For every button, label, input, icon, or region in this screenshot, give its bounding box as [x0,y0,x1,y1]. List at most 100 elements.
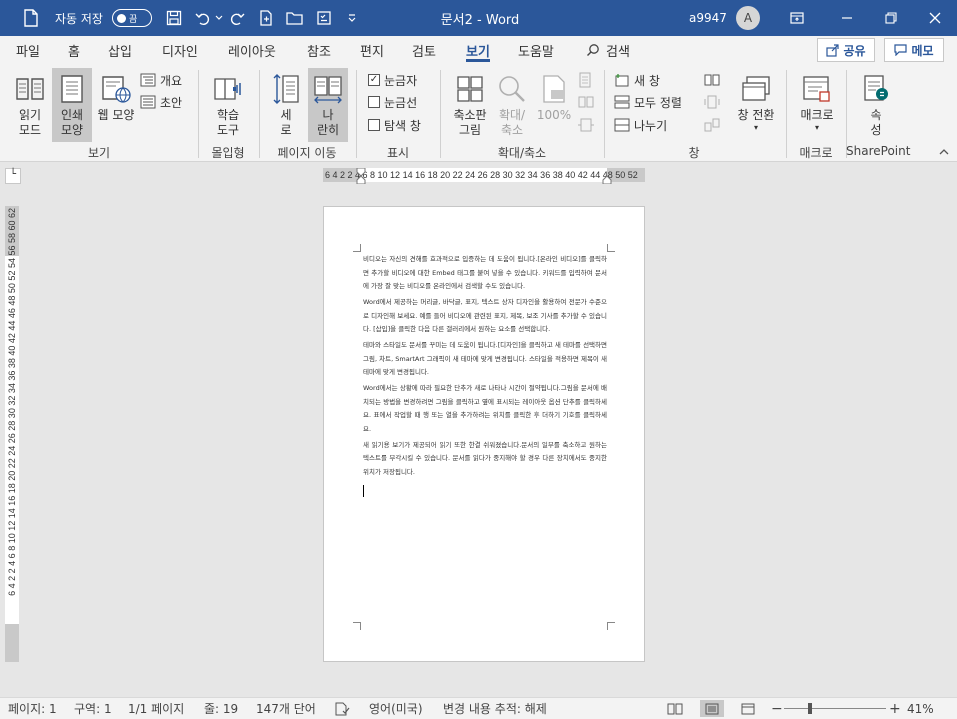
tab-view[interactable]: 보기 [466,36,490,64]
autosave-toggle[interactable]: 끔 [110,0,154,36]
paragraph[interactable]: Word에서 제공하는 머리글, 바닥글, 표지, 텍스트 상자 디자인을 활용… [363,296,607,337]
proofing-icon[interactable] [334,698,350,719]
tab-insert[interactable]: 삽입 [108,36,132,64]
crop-mark [353,244,361,252]
tab-review[interactable]: 검토 [412,36,436,64]
tab-help[interactable]: 도움말 [518,36,554,64]
navigation-pane-checkbox[interactable]: 탐색 창 [368,115,421,135]
undo-icon[interactable] [192,0,214,36]
comments-button[interactable]: 메모 [884,38,944,62]
save-icon[interactable] [162,0,186,36]
one-page-button[interactable] [578,70,592,90]
document-page[interactable]: 비디오는 자신의 견해를 효과적으로 입증하는 데 도움이 됩니다.[온라인 비… [323,206,645,662]
minimize-icon[interactable] [832,0,862,36]
zoom-100-button[interactable]: 100% [534,68,574,142]
web-layout-view-button[interactable] [736,700,760,717]
page-number-status[interactable]: 페이지: 1 [8,698,57,719]
ruler-checkbox[interactable]: ✓ 눈금자 [368,70,417,90]
read-mode-icon [16,78,44,100]
vertical-ruler[interactable]: 6 4 2 2 4 6 8 10 12 14 16 18 20 22 24 26… [5,206,19,662]
page-width-button[interactable] [578,115,594,135]
macros-button[interactable]: 매크로 ▾ [794,68,840,142]
zoom-percent-status[interactable]: 41% [907,698,934,719]
word-count-status[interactable]: 147개 단어 [256,698,316,719]
paragraph[interactable]: Word에서는 상황에 따라 필요한 단추가 새로 나타나 시간이 절약됩니다.… [363,382,607,436]
vertical-button[interactable]: 세 로 [266,68,306,142]
reset-window-position-button[interactable] [704,115,720,135]
ruler-label: 눈금자 [384,73,418,88]
tab-home[interactable]: 홈 [68,36,80,64]
zoom-slider[interactable] [784,708,886,709]
sync-scroll-button[interactable] [704,92,720,112]
arrange-all-button[interactable]: 모두 정렬 [614,92,682,112]
form-icon[interactable] [312,0,336,36]
paragraph[interactable]: 새 읽기용 보기가 제공되어 읽기 또한 한결 쉬워졌습니다.문서의 일부를 축… [363,439,607,480]
print-layout-view-button[interactable] [700,700,724,717]
vertical-ruler-labels: 6 4 2 2 4 6 8 10 12 14 16 18 20 22 24 26… [7,208,17,596]
zoom-slider-thumb[interactable] [808,703,812,714]
new-document-icon[interactable] [254,0,278,36]
switch-windows-button[interactable]: 창 전환 ▾ [732,68,780,142]
draft-button[interactable]: 초안 [140,92,182,112]
open-folder-icon[interactable] [283,0,307,36]
right-indent-marker[interactable] [602,168,612,184]
print-layout-label: 인쇄 모양 [60,108,84,137]
web-layout-button[interactable]: 웹 모양 [94,68,138,142]
switch-windows-label: 창 전환 [737,108,775,122]
tab-search[interactable]: 검색 [586,36,630,64]
undo-dropdown-icon[interactable] [214,0,224,36]
user-avatar-button[interactable]: A [735,0,761,36]
redo-icon[interactable] [226,0,248,36]
zoom-in-button[interactable]: + [889,698,901,719]
read-mode-view-button[interactable] [663,700,687,717]
close-icon[interactable] [920,0,950,36]
properties-label: 속 성 [870,108,882,137]
print-layout-view-icon [705,703,719,714]
gridlines-check-box[interactable] [368,96,380,108]
customize-toolbar-icon[interactable] [344,0,360,36]
thumbnails-button[interactable]: 축소판 그림 [448,68,492,142]
split-icon [614,118,630,132]
view-side-by-side-button[interactable] [704,70,720,90]
new-window-button[interactable]: 새 창 [614,70,660,90]
properties-button[interactable]: 속 성 [856,68,896,142]
tab-stop-selector[interactable]: └ [5,168,21,184]
restore-icon[interactable] [876,0,906,36]
section-status[interactable]: 구역: 1 [74,698,112,719]
line-number-status[interactable]: 줄: 19 [204,698,238,719]
collapse-ribbon-icon[interactable] [939,146,949,159]
tab-references[interactable]: 참조 [307,36,331,64]
split-button[interactable]: 나누기 [614,115,667,135]
left-indent-marker[interactable] [356,168,366,184]
tab-mailings[interactable]: 편지 [360,36,384,64]
gridlines-checkbox[interactable]: 눈금선 [368,92,417,112]
zoom-button[interactable]: 확대/ 축소 [492,68,532,142]
tab-design[interactable]: 디자인 [162,36,198,64]
zoom-out-button[interactable]: − [771,698,783,719]
page-count-status[interactable]: 1/1 페이지 [128,698,184,719]
paragraph[interactable]: 테마와 스타일도 문서를 꾸미는 데 도움이 됩니다.[디자인]을 클릭하고 새… [363,339,607,380]
track-changes-status[interactable]: 변경 내용 추적: 해제 [443,698,547,719]
title-bar: 자동 저장 끔 문서2 - Word a9947 A [0,0,957,36]
paragraph[interactable]: 비디오는 자신의 견해를 효과적으로 입증하는 데 도움이 됩니다.[온라인 비… [363,253,607,294]
side-to-side-button[interactable]: 나 란히 [308,68,348,142]
tab-file[interactable]: 파일 [16,36,40,64]
ruler-check-box[interactable]: ✓ [368,74,380,86]
nav-pane-check-box[interactable] [368,119,380,131]
horizontal-ruler[interactable]: 6 4 2 2 4 6 8 10 12 14 16 18 20 22 24 26… [323,168,645,184]
language-status[interactable]: 영어(미국) [369,698,423,719]
ribbon-display-options-icon[interactable] [784,0,810,36]
group-separator [259,70,260,158]
tab-layout[interactable]: 레이아웃 [228,36,276,64]
gridlines-label: 눈금선 [384,95,418,110]
outline-button[interactable]: 개요 [140,70,182,90]
read-mode-button[interactable]: 읽기 모드 [10,68,50,142]
multiple-pages-button[interactable] [578,92,594,112]
learning-tools-button[interactable]: 학습 도구 [205,68,251,142]
zoom-100-label: 100% [536,108,572,122]
share-button[interactable]: 공유 [817,38,875,62]
print-layout-button[interactable]: 인쇄 모양 [52,68,92,142]
macros-icon [803,76,830,102]
user-name[interactable]: a9947 [686,0,730,36]
document-body[interactable]: 비디오는 자신의 견해를 효과적으로 입증하는 데 도움이 됩니다.[온라인 비… [363,253,607,497]
